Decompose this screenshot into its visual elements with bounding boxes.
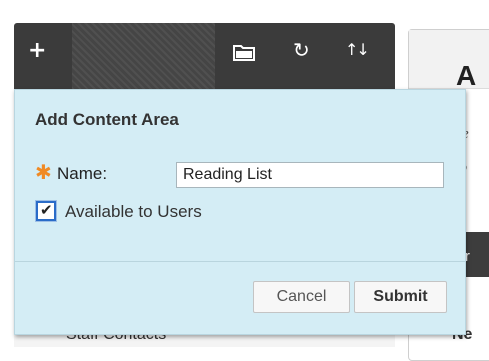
sort-icon[interactable]: ↑↓ bbox=[345, 42, 370, 58]
refresh-icon[interactable]: ↻ bbox=[293, 40, 310, 60]
dialog-title: Add Content Area bbox=[35, 110, 179, 129]
content-title: A bbox=[456, 60, 477, 91]
name-input[interactable] bbox=[176, 162, 444, 188]
cancel-button[interactable]: Cancel bbox=[253, 281, 350, 313]
plus-icon[interactable]: + bbox=[28, 40, 46, 62]
submit-button[interactable]: Submit bbox=[354, 281, 447, 313]
course-menu-toolbar: + ↻ ↑↓ bbox=[14, 23, 395, 89]
available-to-users-checkbox[interactable]: ✔ bbox=[35, 200, 57, 222]
name-label: Name: bbox=[57, 164, 108, 183]
add-content-area-dialog: Add Content Area ✱ Name: ✔ Available to … bbox=[14, 89, 466, 335]
folder-icon[interactable] bbox=[233, 43, 255, 61]
dialog-divider bbox=[15, 261, 465, 262]
toolbar-hatched-area bbox=[72, 23, 215, 89]
content-panel-header bbox=[409, 30, 489, 89]
available-to-users-label[interactable]: Available to Users bbox=[65, 202, 202, 222]
required-asterisk-icon: ✱ bbox=[35, 160, 52, 184]
checkmark-icon: ✔ bbox=[40, 201, 53, 219]
